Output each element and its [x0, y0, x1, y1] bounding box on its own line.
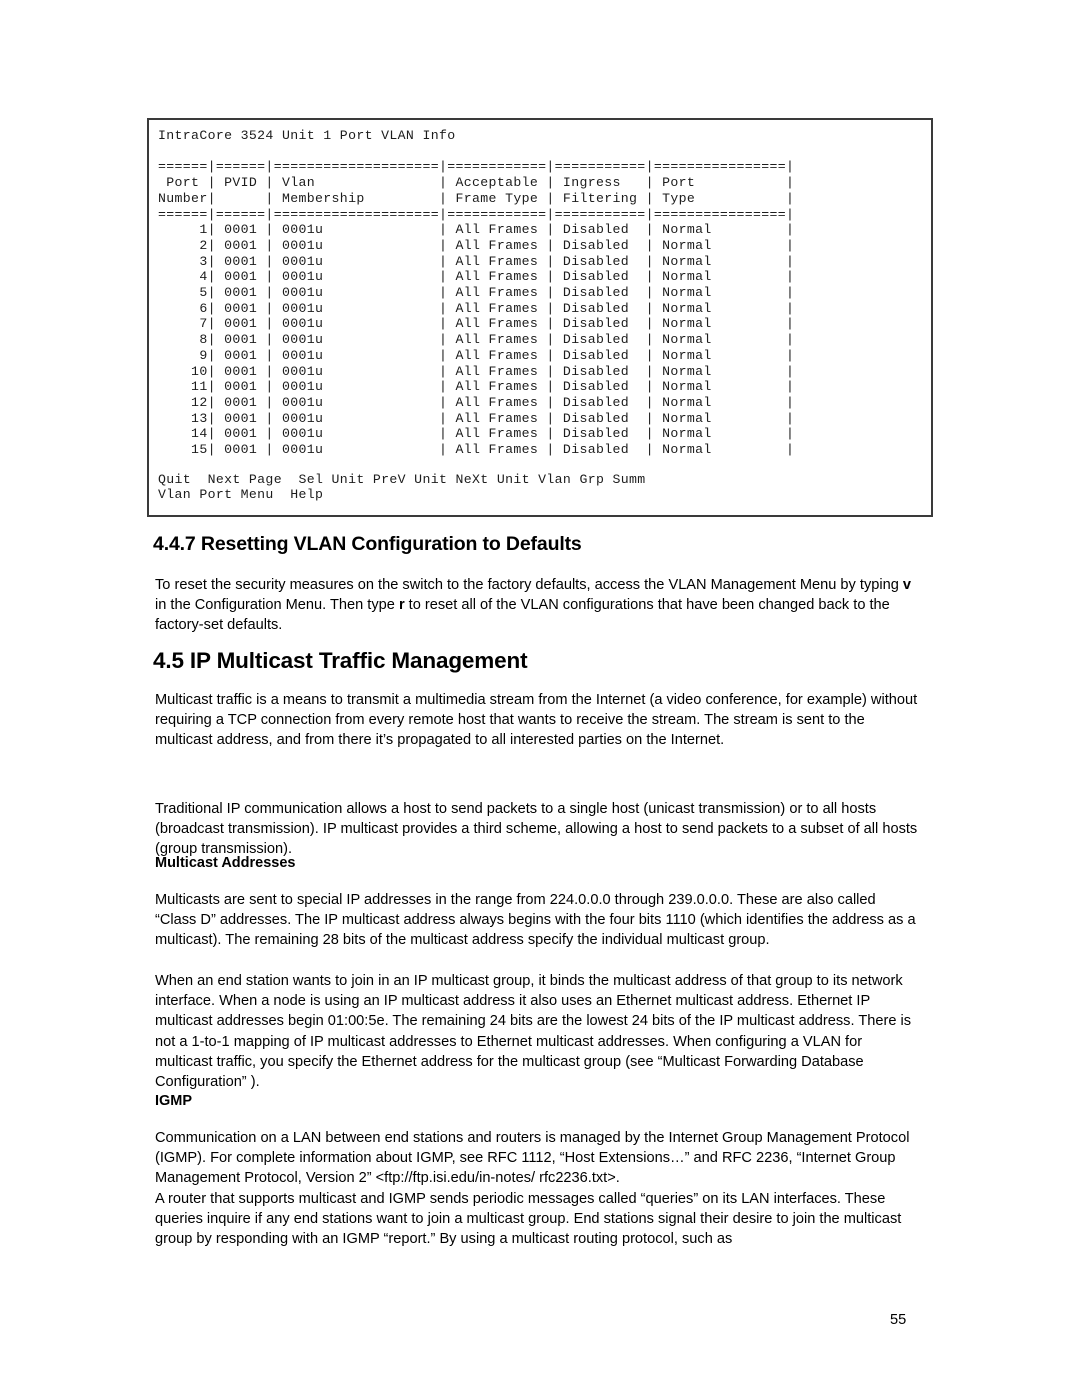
terminal-header-row-1: Port | PVID | Vlan | Acceptable | Ingres…: [158, 175, 795, 191]
terminal-row: 15| 0001 | 0001u | All Frames | Disabled…: [158, 442, 795, 458]
terminal-row: 11| 0001 | 0001u | All Frames | Disabled…: [158, 379, 795, 395]
heading-resetting-vlan-configuration: 4.4.7 Resetting VLAN Configuration to De…: [153, 533, 582, 555]
key-v: v: [902, 577, 912, 593]
terminal-data-rows: 1| 0001 | 0001u | All Frames | Disabled …: [158, 222, 929, 458]
page-number: 55: [890, 1312, 907, 1328]
paragraph-traditional-ip-communication: Traditional IP communication allows a ho…: [155, 801, 918, 858]
terminal-spacer: [158, 458, 929, 472]
paragraph-igmp-overview: Communication on a LAN between end stati…: [155, 1130, 910, 1187]
terminal-row: 3| 0001 | 0001u | All Frames | Disabled …: [158, 253, 795, 269]
terminal-row: 8| 0001 | 0001u | All Frames | Disabled …: [158, 332, 795, 348]
heading-multicast-addresses: Multicast Addresses: [155, 855, 296, 871]
paragraph-igmp-queries: A router that supports multicast and IGM…: [155, 1191, 902, 1248]
terminal-row: 10| 0001 | 0001u | All Frames | Disabled…: [158, 363, 795, 379]
terminal-row: 1| 0001 | 0001u | All Frames | Disabled …: [158, 222, 795, 238]
paragraph-multicast-address-range: Multicasts are sent to special IP addres…: [155, 892, 916, 949]
terminal-row: 2| 0001 | 0001u | All Frames | Disabled …: [158, 237, 795, 253]
paragraph-multicast-ethernet-mapping: When an end station wants to join in an …: [155, 973, 912, 1091]
terminal-menu-line-2: Vlan Port Menu Help: [158, 487, 324, 503]
heading-ip-multicast-traffic-management: 4.5 IP Multicast Traffic Management: [153, 648, 528, 673]
heading-igmp: IGMP: [155, 1093, 193, 1109]
terminal-row: 14| 0001 | 0001u | All Frames | Disabled…: [158, 426, 795, 442]
terminal-row: 4| 0001 | 0001u | All Frames | Disabled …: [158, 269, 795, 285]
paragraph-multicast-intro: Multicast traffic is a means to transmit…: [155, 692, 918, 749]
paragraph-text-part: To reset the security measures on the sw…: [155, 577, 903, 593]
terminal-menu-line-1: Quit Next Page Sel Unit PreV Unit NeXt U…: [158, 471, 646, 487]
terminal-row: 5| 0001 | 0001u | All Frames | Disabled …: [158, 285, 795, 301]
terminal-title: IntraCore 3524 Unit 1 Port VLAN Info: [158, 128, 456, 143]
document-page: IntraCore 3524 Unit 1 Port VLAN Info ===…: [0, 0, 1080, 1397]
terminal-content: IntraCore 3524 Unit 1 Port VLAN Info ===…: [158, 128, 929, 515]
terminal-row: 6| 0001 | 0001u | All Frames | Disabled …: [158, 300, 795, 316]
terminal-separator-top: ======|======|====================|=====…: [158, 159, 795, 175]
terminal-row: 13| 0001 | 0001u | All Frames | Disabled…: [158, 410, 795, 426]
terminal-row: 9| 0001 | 0001u | All Frames | Disabled …: [158, 347, 795, 363]
terminal-separator-mid: ======|======|====================|=====…: [158, 206, 795, 222]
paragraph-resetting-vlan: To reset the security measures on the sw…: [155, 575, 920, 636]
terminal-screenshot-box: IntraCore 3524 Unit 1 Port VLAN Info ===…: [147, 118, 933, 517]
terminal-header-row-2: Number| | Membership | Frame Type | Filt…: [158, 190, 795, 206]
terminal-row: 7| 0001 | 0001u | All Frames | Disabled …: [158, 316, 795, 332]
paragraph-text-part: in the Configuration Menu. Then type: [155, 597, 399, 614]
terminal-row: 12| 0001 | 0001u | All Frames | Disabled…: [158, 394, 795, 410]
